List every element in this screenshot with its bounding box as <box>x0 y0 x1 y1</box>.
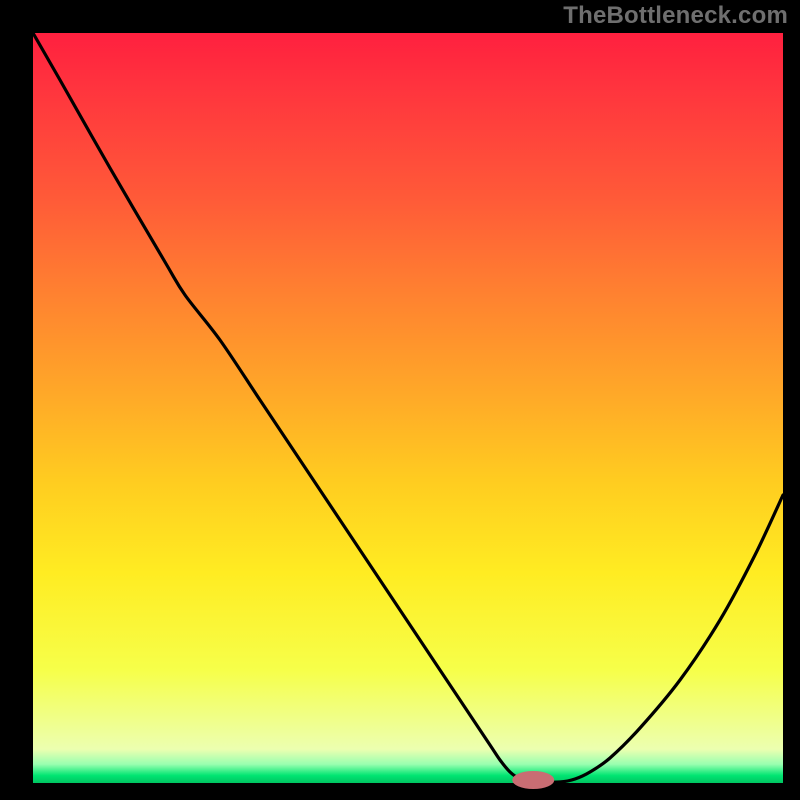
plot-background <box>33 33 783 783</box>
chart-svg <box>0 0 800 800</box>
watermark-label: TheBottleneck.com <box>563 2 788 30</box>
bottleneck-chart: TheBottleneck.com <box>0 0 800 800</box>
optimal-point-marker <box>512 771 554 789</box>
